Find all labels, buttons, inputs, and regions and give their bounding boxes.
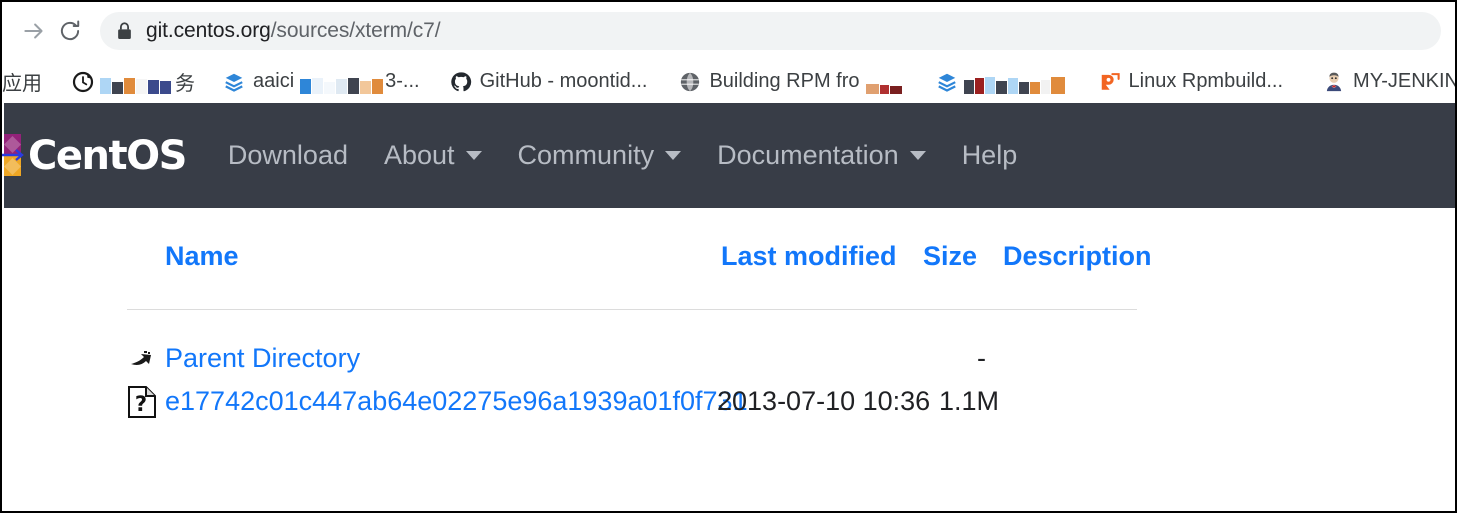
- nav-item-documentation-label: Documentation: [717, 140, 899, 170]
- nav-item-help[interactable]: Help: [962, 140, 1018, 171]
- layers-blue-icon: [936, 71, 958, 93]
- header-divider: [127, 309, 1137, 310]
- lock-icon: [116, 22, 133, 41]
- bookmark-item-linux-rpmbuild-label: Linux Rpmbuild...: [1128, 70, 1284, 92]
- nav-item-download-label: Download: [227, 140, 348, 170]
- url-path: /sources/xterm/c7/: [270, 19, 441, 42]
- column-header-size[interactable]: Size: [923, 241, 977, 272]
- bookmark-apps[interactable]: 应用: [2, 67, 48, 97]
- browser-screenshot: git.centos.org/sources/xterm/c7/ 应用 务 aa…: [0, 0, 1457, 513]
- browser-toolbar: git.centos.org/sources/xterm/c7/: [2, 2, 1455, 60]
- bookmark-item-1-label: 务: [175, 73, 195, 95]
- address-bar-text: git.centos.org/sources/xterm/c7/: [146, 19, 441, 43]
- bookmark-item-2[interactable]: aaici 3-...: [217, 67, 426, 97]
- bookmark-item-my-jenkins-label: MY-JENKINS: [1353, 70, 1455, 92]
- url-host: git.centos.org: [146, 19, 271, 42]
- bookmark-item-1-redacted: [100, 70, 171, 94]
- bookmark-item-2-tail: 3-...: [385, 70, 420, 92]
- forward-button[interactable]: [16, 13, 52, 49]
- bookmarks-bar: 应用 务 aaici 3-... GitHub - moontid... Bui…: [2, 60, 1455, 103]
- centos-site-nav: CentOS Download About Community Document…: [2, 103, 1455, 208]
- chevron-down-icon: [465, 151, 482, 160]
- bookmark-item-building-rpm[interactable]: Building RPM fro: [673, 67, 907, 97]
- github-icon: [450, 71, 472, 93]
- unknown-file-icon: ?: [127, 386, 159, 418]
- bookmark-item-2-label: aaici: [253, 70, 295, 92]
- site-nav-links: Download About Community Documentation H…: [228, 140, 1053, 171]
- nav-item-community-label: Community: [517, 140, 655, 170]
- nav-item-documentation[interactable]: Documentation: [717, 140, 926, 171]
- browser-chrome: git.centos.org/sources/xterm/c7/ 应用 务 aa…: [2, 2, 1455, 103]
- nav-item-community[interactable]: Community: [518, 140, 682, 171]
- address-bar[interactable]: git.centos.org/sources/xterm/c7/: [100, 12, 1441, 50]
- column-header-description[interactable]: Description: [1003, 241, 1152, 272]
- bookmark-item-building-rpm-label: Building RPM fro: [709, 70, 860, 92]
- bookmark-item-github[interactable]: GitHub - moontid...: [444, 67, 654, 97]
- bookmark-item-my-jenkins[interactable]: MY-JENKINS: [1317, 67, 1455, 97]
- jenkins-butler-icon: [1323, 71, 1345, 93]
- globe-icon: [679, 71, 701, 93]
- parent-directory-link[interactable]: Parent Directory: [165, 343, 360, 374]
- svg-text:?: ?: [135, 392, 147, 416]
- directory-listing: Name Last modified Size Description Pare…: [2, 208, 1455, 511]
- parent-directory-icon: [127, 343, 159, 375]
- nav-item-download[interactable]: Download: [228, 140, 348, 171]
- forward-arrow-icon: [24, 23, 43, 39]
- centos-logo[interactable]: CentOS: [2, 132, 187, 179]
- directory-table: Name Last modified Size Description: [127, 241, 1152, 291]
- centos-wordmark: CentOS: [28, 132, 187, 179]
- reload-button[interactable]: [52, 13, 88, 49]
- directory-table-header: Name Last modified Size Description: [127, 241, 1152, 291]
- rpm-orange-icon: [1099, 71, 1121, 93]
- bookmark-item-linux-rpmbuild[interactable]: Linux Rpmbuild...: [1093, 67, 1290, 97]
- nav-item-about-label: About: [383, 140, 455, 170]
- bookmark-item-5[interactable]: [930, 67, 1071, 97]
- parent-directory-size: -: [977, 343, 986, 373]
- layers-blue-icon: [223, 71, 245, 93]
- chevron-down-icon: [909, 151, 926, 160]
- nav-item-help-label: Help: [961, 140, 1018, 170]
- bookmark-item-1[interactable]: 务: [66, 67, 201, 97]
- file-last-modified: 2013-07-10 10:36: [717, 386, 931, 416]
- bookmark-item-5-redacted: [963, 70, 1065, 94]
- bookmark-item-github-label: GitHub - moontid...: [479, 70, 648, 92]
- reload-icon: [60, 20, 80, 41]
- chevron-down-icon: [665, 151, 682, 160]
- bookmark-item-2-redacted: [300, 70, 384, 94]
- nav-item-about[interactable]: About: [384, 140, 482, 171]
- file-size: 1.1M: [939, 386, 1000, 416]
- file-link[interactable]: e17742c01c447ab64e02275e96a1939a01f0f731: [165, 386, 748, 417]
- clock-orange-icon: [72, 71, 94, 93]
- bookmark-item-building-rpm-redacted: [865, 70, 902, 94]
- bookmark-apps-label: 应用: [2, 73, 42, 95]
- column-header-name[interactable]: Name: [165, 241, 239, 272]
- centos-mark-icon: [2, 133, 26, 179]
- column-header-last-modified[interactable]: Last modified: [721, 241, 897, 272]
